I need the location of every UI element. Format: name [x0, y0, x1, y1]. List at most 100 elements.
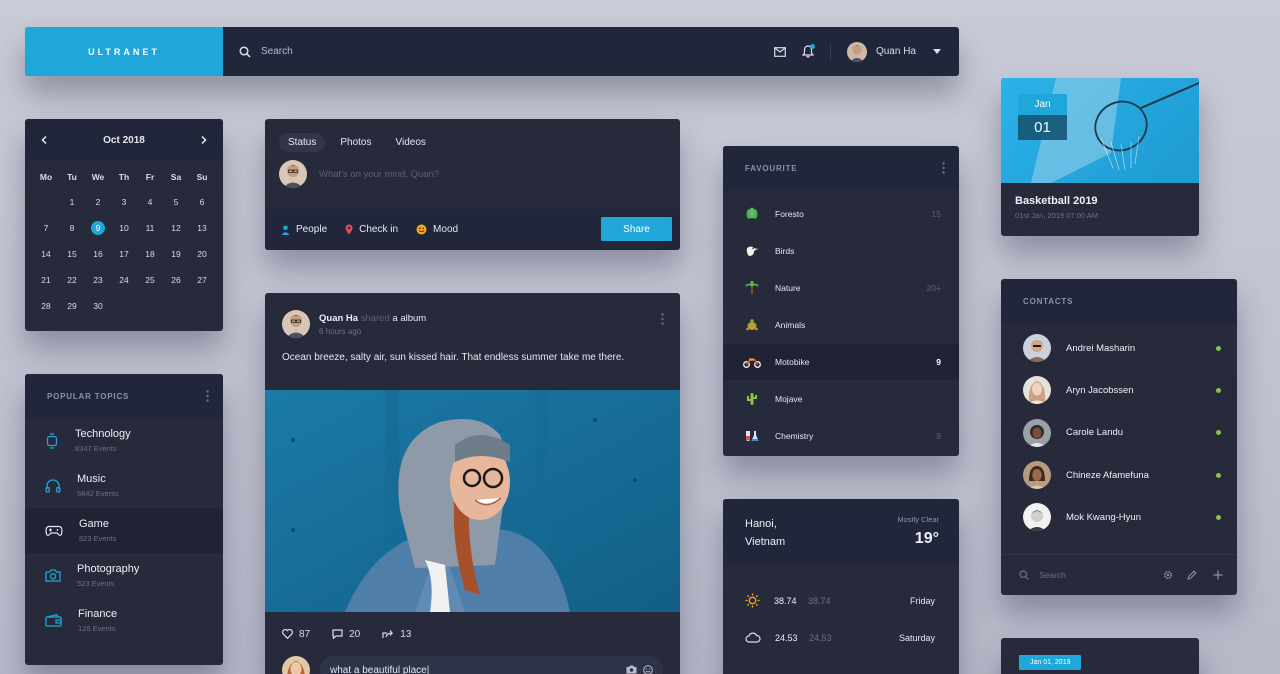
post-photo[interactable] [265, 390, 680, 612]
calendar-day[interactable]: 6 [189, 189, 215, 215]
chevron-right-icon[interactable] [201, 136, 207, 144]
calendar-day[interactable]: 12 [163, 215, 189, 241]
calendar-day[interactable]: 17 [111, 241, 137, 267]
status-input[interactable] [319, 168, 619, 180]
share-count: 13 [400, 628, 412, 640]
calendar-day[interactable]: 3 [111, 189, 137, 215]
author-avatar[interactable] [282, 310, 310, 338]
plus-icon[interactable] [1213, 570, 1223, 580]
camera-icon[interactable] [626, 665, 637, 674]
calendar-day[interactable]: 25 [137, 267, 163, 293]
chevron-down-icon[interactable] [933, 49, 941, 54]
emoji-icon[interactable] [643, 665, 653, 674]
event-day: 01 [1018, 115, 1067, 140]
post-time: 6 hours ago [319, 326, 362, 336]
calendar-day[interactable]: 30 [85, 293, 111, 319]
like-stat[interactable]: 87 [282, 629, 310, 640]
check-in-action[interactable]: Check in [345, 224, 398, 235]
favourite-count: 20+ [926, 283, 941, 294]
topic-name: Technology [75, 428, 131, 440]
post-card: Quan Ha shared a album 6 hours ago Ocean… [265, 293, 680, 674]
favourite-list: Foresto 15 Birds Nature 20+ Animals Moto… [723, 190, 959, 454]
more-vertical-icon[interactable] [661, 313, 664, 325]
headphones-icon [45, 478, 61, 493]
contact-item[interactable]: Andrei Masharin [1001, 327, 1237, 369]
calendar-day[interactable]: 18 [137, 241, 163, 267]
topic-item[interactable]: Finance 126 Events [25, 598, 223, 643]
share-stat[interactable]: 13 [382, 629, 411, 640]
more-vertical-icon[interactable] [942, 162, 945, 174]
calendar-day[interactable]: 7 [33, 215, 59, 241]
topic-item[interactable]: Music 5842 Events [25, 463, 223, 508]
comment-input[interactable] [330, 664, 590, 674]
search-input[interactable] [261, 46, 461, 57]
calendar-day[interactable]: 1 [59, 189, 85, 215]
settings-icon[interactable] [1163, 570, 1173, 580]
calendar-day[interactable]: 8 [59, 215, 85, 241]
calendar-day[interactable]: 29 [59, 293, 85, 319]
favourite-item[interactable]: Foresto 15 [723, 196, 959, 233]
tree-icon [743, 205, 761, 223]
bell-icon[interactable] [801, 44, 815, 58]
favourite-item[interactable]: Motobike 9 [723, 343, 959, 381]
calendar-day[interactable]: 28 [33, 293, 59, 319]
chevron-left-icon[interactable] [41, 136, 47, 144]
favourite-item[interactable]: Birds [723, 233, 959, 270]
tab-status[interactable]: Status [279, 133, 326, 152]
more-vertical-icon[interactable] [206, 390, 209, 402]
favourite-item[interactable]: Animals [723, 307, 959, 344]
favourite-item[interactable]: Nature 20+ [723, 270, 959, 307]
user-menu[interactable]: Quan Ha [846, 41, 941, 62]
calendar-day[interactable]: 20 [189, 241, 215, 267]
favourite-item[interactable]: Mojave [723, 380, 959, 417]
calendar-day[interactable]: 2 [85, 189, 111, 215]
comment-stat[interactable]: 20 [332, 629, 360, 640]
favourite-item[interactable]: Chemistry 9 [723, 417, 959, 454]
calendar-day[interactable]: 22 [59, 267, 85, 293]
date-pill[interactable]: Jan 01, 2019 [1019, 655, 1082, 670]
contacts-search-input[interactable] [1039, 570, 1153, 580]
forecast-high: 24.53 [775, 632, 798, 643]
post-stats: 87 20 13 [265, 612, 680, 656]
calendar-day[interactable]: 14 [33, 241, 59, 267]
calendar-day[interactable]: 24 [111, 267, 137, 293]
contact-item[interactable]: Chineze Afamefuna [1001, 454, 1237, 496]
calendar-day[interactable]: 15 [59, 241, 85, 267]
event-card[interactable]: Jan 01 Basketball 2019 01st Jan, 2019 07… [1001, 78, 1199, 236]
mood-action[interactable]: Mood [416, 224, 458, 235]
topic-item[interactable]: Technology 8347 Events [25, 418, 223, 463]
topic-item[interactable]: Photography 523 Events [25, 553, 223, 598]
calendar-day[interactable]: 16 [85, 241, 111, 267]
calendar-day-selected[interactable]: 9 [85, 215, 111, 241]
tab-videos[interactable]: Videos [387, 133, 435, 152]
calendar-day[interactable]: 23 [85, 267, 111, 293]
contact-item[interactable]: Mok Kwang-Hyun [1001, 496, 1237, 538]
topic-item[interactable]: Game 823 Events [25, 508, 223, 553]
brand-logo[interactable]: ULTRANET [25, 27, 223, 76]
commenter-avatar [282, 656, 310, 674]
calendar-day[interactable]: 27 [189, 267, 215, 293]
weather-country: Vietnam [745, 536, 786, 548]
people-action[interactable]: People [281, 224, 327, 235]
topic-events: 5842 Events [77, 489, 119, 498]
topic-name: Finance [78, 608, 118, 620]
mail-icon[interactable] [774, 46, 786, 57]
post-object[interactable]: a album [392, 313, 426, 324]
contact-item[interactable]: Aryn Jacobssen [1001, 369, 1237, 411]
post-author[interactable]: Quan Ha [319, 313, 358, 324]
calendar-day[interactable]: 4 [137, 189, 163, 215]
contact-avatar [1023, 418, 1051, 447]
calendar-day[interactable]: 19 [163, 241, 189, 267]
calendar-day[interactable]: 10 [111, 215, 137, 241]
calendar-day[interactable]: 5 [163, 189, 189, 215]
heart-icon [282, 629, 293, 639]
calendar-day[interactable]: 13 [189, 215, 215, 241]
calendar-day[interactable]: 26 [163, 267, 189, 293]
calendar-day[interactable]: 21 [33, 267, 59, 293]
tab-photos[interactable]: Photos [331, 133, 380, 152]
share-button[interactable]: Share [601, 217, 672, 241]
contact-item[interactable]: Carole Landu [1001, 412, 1237, 454]
calendar-day[interactable]: 11 [137, 215, 163, 241]
search-icon[interactable] [239, 45, 251, 58]
edit-icon[interactable] [1187, 570, 1197, 580]
